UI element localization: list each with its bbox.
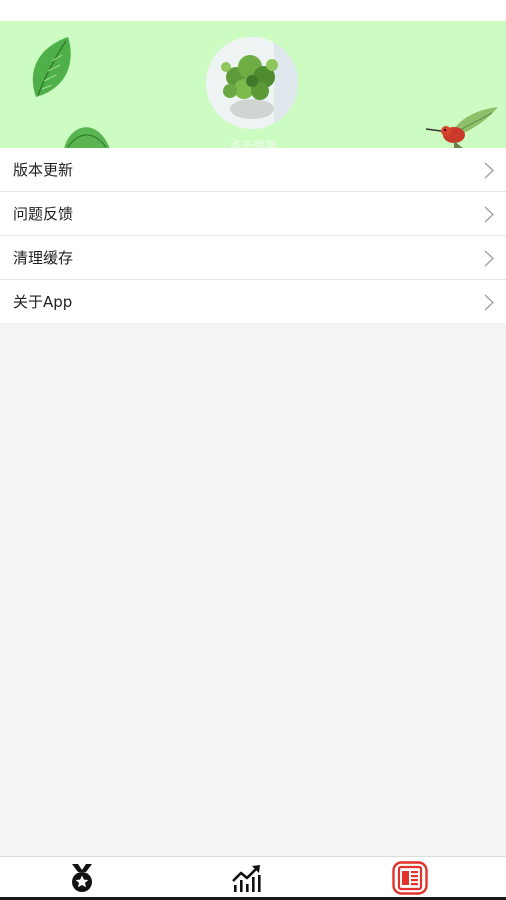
menu-item-version-update[interactable]: 版本更新 <box>0 148 506 192</box>
status-bar <box>0 0 506 21</box>
menu-item-label: 版本更新 <box>13 161 74 179</box>
chevron-right-icon <box>484 162 494 179</box>
settings-page: 点击登录 版本更新 问题反馈 清理缓存 关于App <box>0 0 506 900</box>
menu-item-about-app[interactable]: 关于App <box>0 280 506 323</box>
news-icon <box>392 861 428 895</box>
settings-menu: 版本更新 问题反馈 清理缓存 关于App <box>0 148 506 323</box>
medal-icon <box>72 864 92 892</box>
chevron-right-icon <box>484 250 494 267</box>
chevron-right-icon <box>484 206 494 223</box>
menu-item-label: 清理缓存 <box>13 249 74 267</box>
chart-icon <box>232 865 261 892</box>
hummingbird-icon <box>425 107 498 148</box>
leaf-decoration-icon <box>32 37 71 97</box>
menu-item-label: 问题反馈 <box>13 205 74 223</box>
avatar[interactable] <box>206 37 298 129</box>
profile-header: 点击登录 <box>0 21 506 148</box>
menu-item-clear-cache[interactable]: 清理缓存 <box>0 236 506 280</box>
menu-item-label: 关于App <box>13 293 73 311</box>
tab-chart[interactable] <box>227 860 267 896</box>
tab-bar <box>0 856 506 900</box>
chevron-right-icon <box>484 294 494 311</box>
plant-avatar-icon <box>206 37 298 129</box>
tab-news[interactable] <box>390 860 430 896</box>
menu-item-feedback[interactable]: 问题反馈 <box>0 192 506 236</box>
tab-medal[interactable] <box>62 860 102 896</box>
